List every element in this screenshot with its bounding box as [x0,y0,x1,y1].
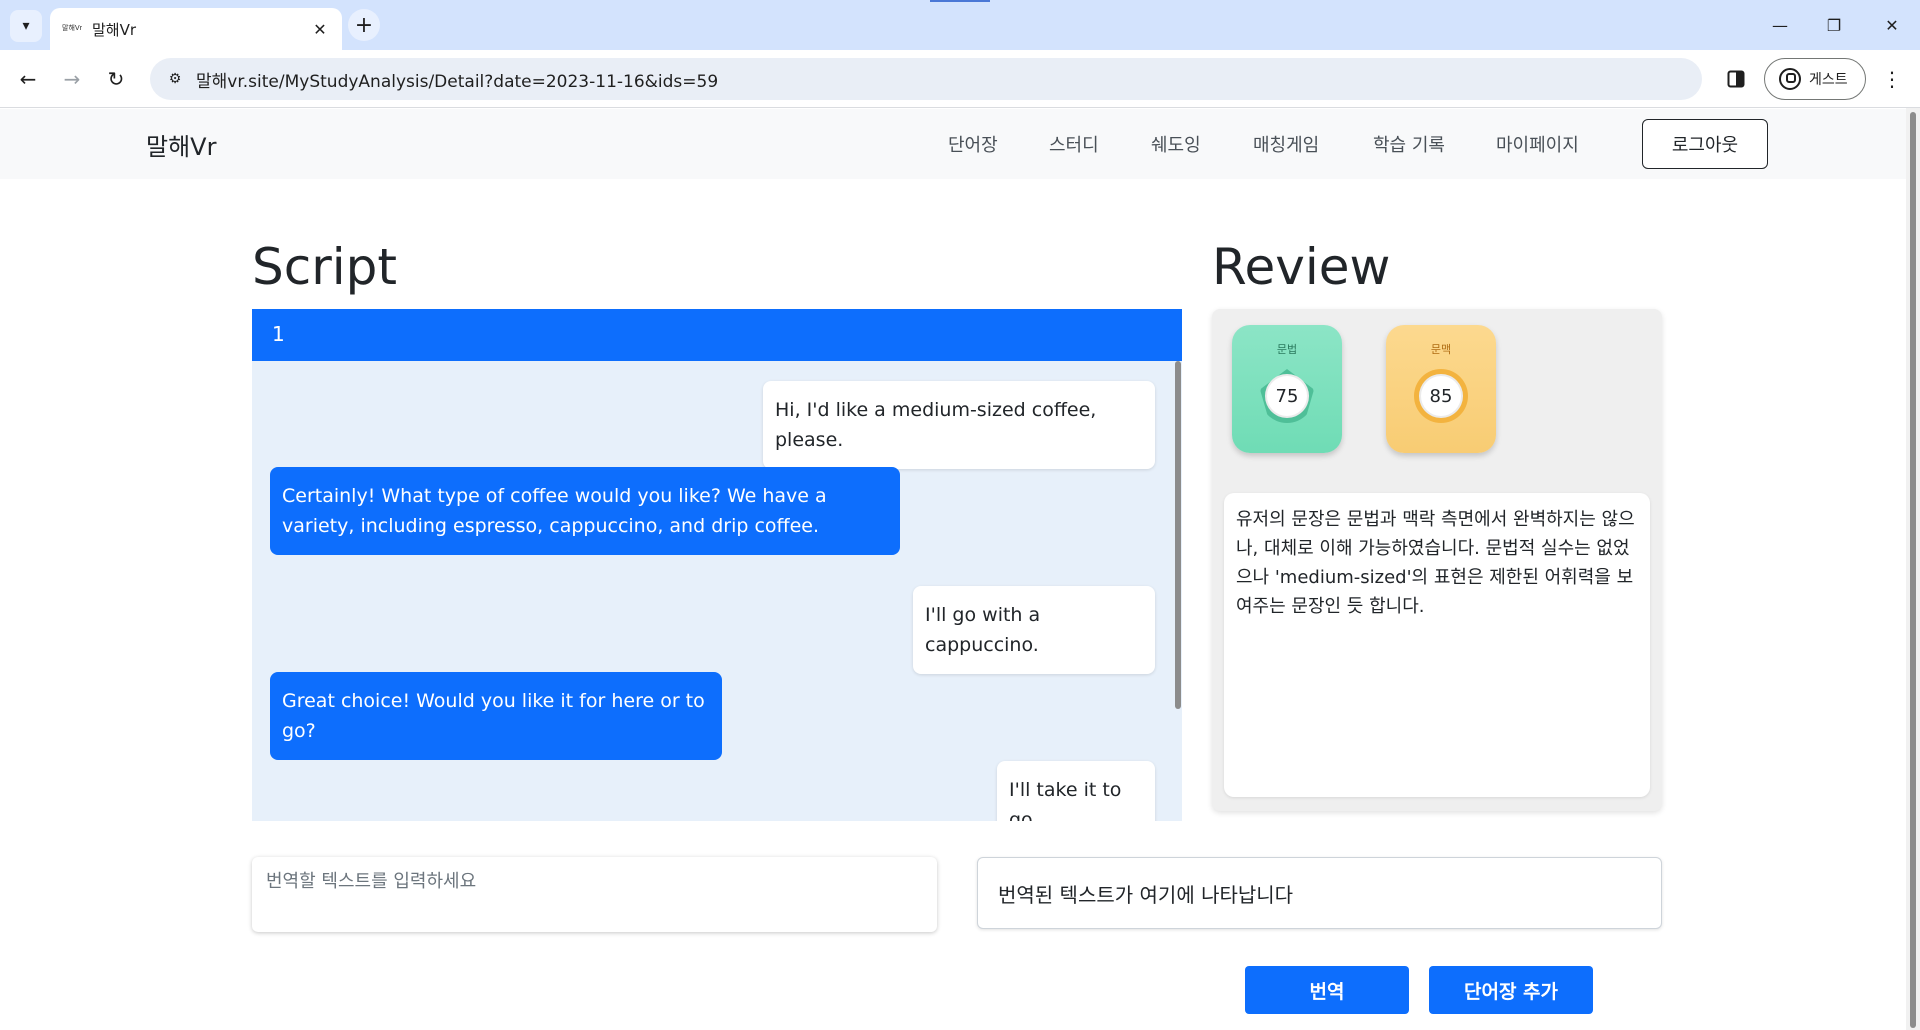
browser-tab-active[interactable]: 말해Vr 말해Vr ✕ [50,8,342,50]
url-text: 말해vr.site/MyStudyAnalysis/Detail?date=20… [196,71,719,92]
review-title: Review [1212,238,1391,296]
review-panel: 문법 75 문맥 85 유저의 문장은 문법과 맥락 측면에서 완벽하지는 않으… [1212,309,1662,811]
nav-link-mypage[interactable]: 마이페이지 [1496,131,1579,157]
chat-message-user: I'll take it to go. [997,761,1155,821]
site-settings-icon[interactable]: ⚙ [162,66,188,92]
restore-icon: ❐ [1826,15,1842,35]
nav-link-shadowing[interactable]: 쉐도잉 [1151,131,1201,157]
browser-tab-strip: ▾ 말해Vr 말해Vr ✕ + — ❐ ✕ [0,0,1920,50]
new-tab-button[interactable]: + [348,9,380,41]
browser-toolbar: ← → ↻ ⚙ 말해vr.site/MyStudyAnalysis/Detail… [0,50,1920,108]
profile-label: 게스트 [1809,72,1848,88]
review-feedback-text: 유저의 문장은 문법과 맥락 측면에서 완벽하지는 않으나, 대체로 이해 가능… [1224,493,1650,797]
context-score-badge: 문맥 85 [1386,325,1496,453]
close-icon[interactable]: ✕ [310,19,330,39]
plus-icon: + [354,12,374,38]
nav-link-study-history[interactable]: 학습 기록 [1373,131,1445,157]
more-vertical-icon: ⋮ [1882,67,1902,91]
avatar-icon [1779,68,1801,90]
chevron-down-icon: ▾ [22,18,30,34]
script-header: 1 [252,309,1182,361]
script-title: Script [252,238,398,296]
translation-input[interactable] [252,857,937,932]
tab-drag-indicator [930,0,990,2]
chat-scrollbar-thumb[interactable] [1175,361,1181,709]
grammar-score: 75 [1265,374,1309,418]
restore-button[interactable]: ❐ [1806,0,1862,50]
chat-area[interactable]: Hi, I'd like a medium-sized coffee, plea… [252,361,1182,821]
minimize-icon: — [1772,15,1788,35]
context-label: 문맥 [1430,343,1452,356]
grammar-score-badge: 문법 75 [1232,325,1342,453]
favicon-icon: 말해Vr [62,24,82,32]
reload-icon: ↻ [107,67,125,91]
tab-search-button[interactable]: ▾ [10,10,42,42]
address-bar[interactable]: ⚙ 말해vr.site/MyStudyAnalysis/Detail?date=… [150,58,1702,100]
add-to-vocab-button[interactable]: 단어장 추가 [1429,966,1593,1014]
translation-output: 번역된 텍스트가 여기에 나타납니다 [977,857,1662,929]
page-scrollbar[interactable] [1906,108,1920,1030]
window-close-button[interactable]: ✕ [1864,0,1920,50]
nav-link-study[interactable]: 스터디 [1049,131,1099,157]
grammar-label: 문법 [1276,343,1298,356]
logout-button[interactable]: 로그아웃 [1642,119,1768,169]
arrow-right-icon: → [63,67,81,91]
minimize-button[interactable]: — [1752,0,1808,50]
profile-button[interactable]: 게스트 [1764,58,1866,100]
site-brand[interactable]: 말해Vr [146,127,216,162]
browser-menu-button[interactable]: ⋮ [1876,63,1908,95]
chat-scrollbar[interactable] [1174,361,1182,821]
arrow-left-icon: ← [19,67,37,91]
forward-button[interactable]: → [56,63,88,95]
page-scrollbar-thumb[interactable] [1910,112,1916,1028]
nav-link-matching-game[interactable]: 매칭게임 [1253,131,1319,157]
site-navbar: 말해Vr 단어장 스터디 쉐도잉 매칭게임 학습 기록 마이페이지 로그아웃 [0,109,1906,179]
side-panel-icon [1727,70,1745,88]
context-score: 85 [1419,374,1463,418]
close-icon: ✕ [1885,15,1899,35]
reload-button[interactable]: ↻ [100,63,132,95]
chat-message-bot: Certainly! What type of coffee would you… [270,467,900,555]
back-button[interactable]: ← [12,63,44,95]
chat-message-user: Hi, I'd like a medium-sized coffee, plea… [763,381,1155,469]
translate-button[interactable]: 번역 [1245,966,1409,1014]
nav-link-vocab[interactable]: 단어장 [948,131,998,157]
side-panel-button[interactable] [1720,63,1752,95]
tab-title: 말해Vr [92,20,137,39]
chat-message-bot: Great choice! Would you like it for here… [270,672,722,760]
chat-message-user: I'll go with a cappuccino. [913,586,1155,674]
